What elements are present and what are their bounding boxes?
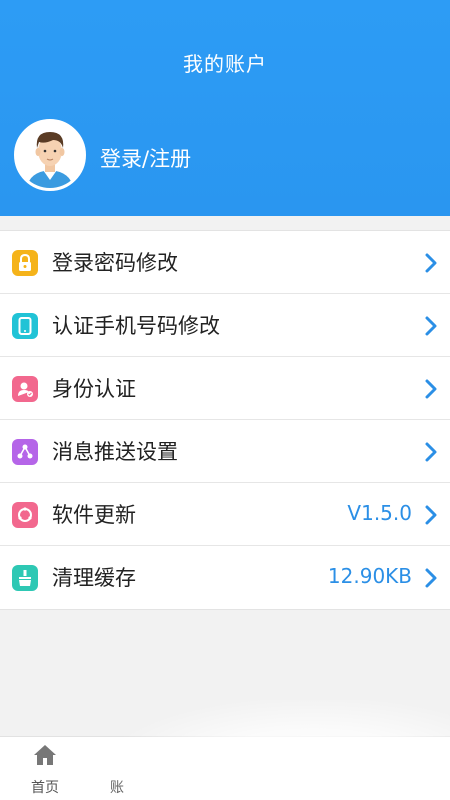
- avatar[interactable]: [14, 119, 86, 191]
- menu-item-change-phone[interactable]: 认证手机号码修改: [0, 294, 450, 357]
- update-icon: [12, 502, 38, 528]
- chevron-right-icon: [425, 379, 437, 399]
- tab-account[interactable]: 账: [72, 737, 162, 800]
- broom-icon: [12, 565, 38, 591]
- version-value: V1.5.0: [347, 501, 412, 525]
- lock-icon: [12, 250, 38, 276]
- cache-size-value: 12.90KB: [327, 564, 412, 588]
- menu-item-label: 软件更新: [52, 503, 136, 527]
- chevron-right-icon: [425, 253, 437, 273]
- menu-item-clear-cache[interactable]: 清理缓存 12.90KB: [0, 546, 450, 609]
- account-header: 我的账户 登录/注册: [0, 0, 450, 216]
- menu-item-label: 登录密码修改: [52, 251, 178, 275]
- login-register-link[interactable]: 登录/注册: [100, 143, 191, 173]
- phone-icon: [12, 313, 38, 339]
- menu-item-label: 消息推送设置: [52, 440, 178, 464]
- menu-item-software-update[interactable]: 软件更新 V1.5.0: [0, 483, 450, 546]
- avatar-person-icon: [17, 122, 83, 188]
- chevron-right-icon: [425, 505, 437, 525]
- id-user-icon: [12, 376, 38, 402]
- menu-item-change-login-password[interactable]: 登录密码修改: [0, 231, 450, 294]
- home-icon: [34, 745, 56, 765]
- bottom-tab-bar: 首页 账: [0, 736, 450, 800]
- menu-item-push-settings[interactable]: 消息推送设置: [0, 420, 450, 483]
- menu-item-label: 身份认证: [52, 377, 136, 401]
- tab-label: 账: [110, 780, 124, 796]
- chevron-right-icon: [425, 568, 437, 588]
- chevron-right-icon: [425, 316, 437, 336]
- menu-item-identity-verification[interactable]: 身份认证: [0, 357, 450, 420]
- menu-item-label: 认证手机号码修改: [52, 314, 220, 338]
- settings-menu: 登录密码修改 认证手机号码修改 身份认证 消息推送设置 软件更新 V1.5.0 …: [0, 230, 450, 610]
- share-icon: [12, 439, 38, 465]
- chevron-right-icon: [425, 442, 437, 462]
- page-title: 我的账户: [183, 52, 267, 76]
- menu-item-label: 清理缓存: [52, 566, 136, 590]
